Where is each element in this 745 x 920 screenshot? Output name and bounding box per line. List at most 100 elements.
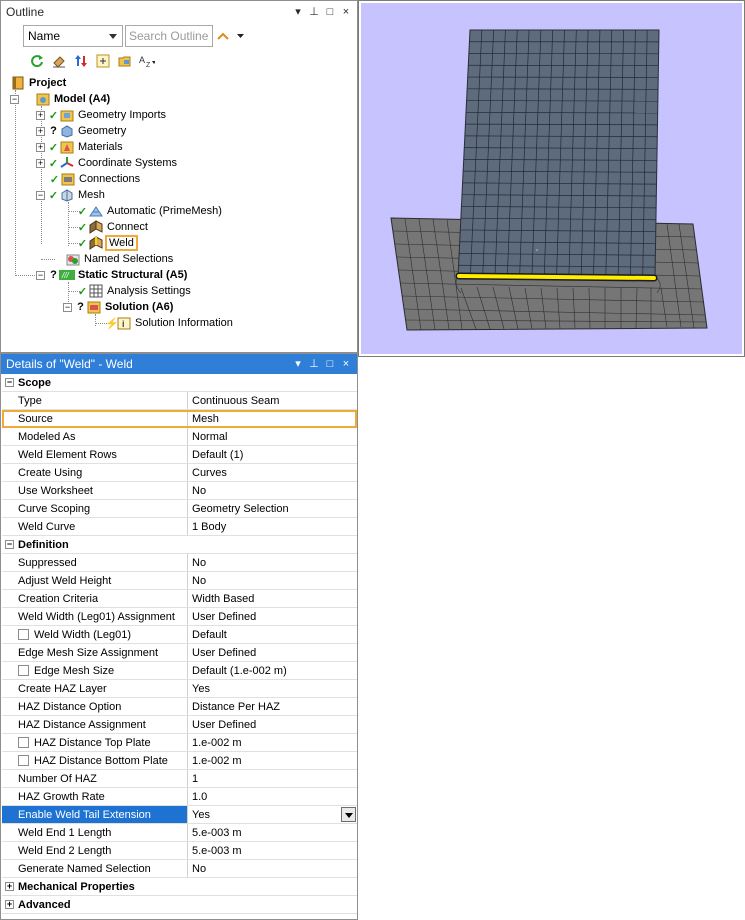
property-row-weld-element-rows[interactable]: Weld Element Rows Default (1)	[2, 446, 357, 464]
tree-item-weld[interactable]: ✓ Weld	[77, 235, 138, 251]
tree-item-static-structural[interactable]: − ? /// Static Structural (A5)	[36, 267, 187, 283]
property-value[interactable]: User Defined	[188, 644, 357, 661]
pin-icon[interactable]: ⊥	[309, 358, 319, 370]
tree-item-connections[interactable]: ✓ Connections	[49, 171, 140, 187]
maximize-icon[interactable]: □	[325, 358, 335, 370]
property-value[interactable]: No	[188, 860, 357, 877]
collapse-toggle-icon[interactable]: −	[36, 270, 45, 280]
pin-icon[interactable]: ⊥	[309, 6, 319, 18]
parameter-checkbox[interactable]	[18, 629, 29, 640]
tree-item-geometry-imports[interactable]: + ✓ Geometry Imports	[36, 107, 166, 123]
mesh-model[interactable]	[361, 3, 742, 354]
tree-item-automatic[interactable]: ✓ Automatic (PrimeMesh)	[77, 203, 222, 219]
property-row-create-using[interactable]: Create Using Curves	[2, 464, 357, 482]
tree-item-geometry[interactable]: + ? Geometry	[36, 123, 126, 139]
collapse-up-icon[interactable]	[215, 28, 231, 44]
category-mechanical-properties[interactable]: + Mechanical Properties	[2, 878, 357, 896]
property-row-generate-named-selection[interactable]: Generate Named Selection No	[2, 860, 357, 878]
property-row-haz-growth-rate[interactable]: HAZ Growth Rate 1.0	[2, 788, 357, 806]
options-dropdown-icon[interactable]	[233, 28, 249, 44]
tree-item-connect[interactable]: ✓ Connect	[77, 219, 148, 235]
tree-item-mesh[interactable]: − ✓ Mesh	[36, 187, 105, 203]
close-icon[interactable]: ×	[341, 358, 351, 370]
property-row-weld-end-2-length[interactable]: Weld End 2 Length 5.e-003 m	[2, 842, 357, 860]
close-icon[interactable]: ×	[341, 6, 351, 18]
property-row-haz-distance-option[interactable]: HAZ Distance Option Distance Per HAZ	[2, 698, 357, 716]
expand-toggle-icon[interactable]: +	[5, 900, 14, 909]
property-value[interactable]: Yes	[188, 680, 357, 697]
refresh-icon[interactable]	[29, 53, 45, 69]
property-row-edge-mesh-size-assignment[interactable]: Edge Mesh Size Assignment User Defined	[2, 644, 357, 662]
property-row-curve-scoping[interactable]: Curve Scoping Geometry Selection	[2, 500, 357, 518]
dropdown-arrow-icon[interactable]	[341, 807, 356, 822]
property-row-weld-width-leg01[interactable]: Weld Width (Leg01) Default	[2, 626, 357, 644]
maximize-icon[interactable]: □	[325, 6, 335, 18]
parameter-checkbox[interactable]	[18, 737, 29, 748]
tree-item-analysis-settings[interactable]: ✓ Analysis Settings	[77, 283, 191, 299]
property-row-adjust-weld-height[interactable]: Adjust Weld Height No	[2, 572, 357, 590]
property-row-edge-mesh-size[interactable]: Edge Mesh Size Default (1.e-002 m)	[2, 662, 357, 680]
property-row-weld-width-leg01-assignment[interactable]: Weld Width (Leg01) Assignment User Define…	[2, 608, 357, 626]
property-value[interactable]: 1	[188, 770, 357, 787]
property-row-suppressed[interactable]: Suppressed No	[2, 554, 357, 572]
tree-item-coordinate-systems[interactable]: + ✓ Coordinate Systems	[36, 155, 177, 171]
property-value[interactable]: 1 Body	[188, 518, 357, 535]
collapse-toggle-icon[interactable]: −	[63, 302, 72, 312]
property-value[interactable]: Default	[188, 626, 357, 643]
collapse-toggle-icon[interactable]: −	[36, 190, 45, 200]
property-value[interactable]: Normal	[188, 428, 357, 445]
property-value[interactable]: 1.e-002 m	[188, 734, 357, 751]
expand-toggle-icon[interactable]: +	[5, 882, 14, 891]
property-value[interactable]: No	[188, 554, 357, 571]
expand-toggle-icon[interactable]: +	[36, 126, 45, 136]
expand-toggle-icon[interactable]: +	[36, 110, 45, 120]
property-value[interactable]: Width Based	[188, 590, 357, 607]
property-row-weld-end-1-length[interactable]: Weld End 1 Length 5.e-003 m	[2, 824, 357, 842]
property-value[interactable]: Distance Per HAZ	[188, 698, 357, 715]
tree-item-project[interactable]: Project	[10, 75, 66, 91]
parameter-checkbox[interactable]	[18, 665, 29, 676]
category-definition[interactable]: − Definition	[2, 536, 357, 554]
property-value[interactable]: Default (1)	[188, 446, 357, 463]
property-value[interactable]: 5.e-003 m	[188, 824, 357, 841]
property-value[interactable]: Mesh	[188, 410, 357, 427]
collapse-toggle-icon[interactable]: −	[5, 540, 14, 549]
property-row-use-worksheet[interactable]: Use Worksheet No	[2, 482, 357, 500]
parameter-checkbox[interactable]	[18, 755, 29, 766]
tree-item-materials[interactable]: + ✓ Materials	[36, 139, 123, 155]
property-row-haz-distance-assignment[interactable]: HAZ Distance Assignment User Defined	[2, 716, 357, 734]
property-value[interactable]: 1.0	[188, 788, 357, 805]
property-row-weld-curve[interactable]: Weld Curve 1 Body	[2, 518, 357, 536]
search-input[interactable]: Search Outline	[125, 25, 213, 47]
property-value[interactable]: Continuous Seam	[188, 392, 357, 409]
property-row-number-of-haz[interactable]: Number Of HAZ 1	[2, 770, 357, 788]
tree-item-model[interactable]: − Model (A4)	[10, 91, 110, 107]
property-row-haz-distance-bottom-plate[interactable]: HAZ Distance Bottom Plate 1.e-002 m	[2, 752, 357, 770]
property-value[interactable]: No	[188, 572, 357, 589]
panel-menu-icon[interactable]: ▾	[293, 358, 303, 370]
property-value[interactable]: Curves	[188, 464, 357, 481]
filter-dropdown[interactable]: Name	[23, 25, 123, 47]
property-row-modeled-as[interactable]: Modeled As Normal	[2, 428, 357, 446]
collapse-toggle-icon[interactable]: −	[5, 378, 14, 387]
tree-item-solution[interactable]: − ? Solution (A6)	[63, 299, 173, 315]
sort-updown-icon[interactable]	[73, 53, 89, 69]
property-value[interactable]: Geometry Selection	[188, 500, 357, 517]
property-row-source[interactable]: Source Mesh	[2, 410, 357, 428]
category-scope[interactable]: − Scope	[2, 374, 357, 392]
panel-menu-icon[interactable]: ▾	[293, 6, 303, 18]
property-row-type[interactable]: Type Continuous Seam	[2, 392, 357, 410]
property-value[interactable]: No	[188, 482, 357, 499]
tree-item-solution-information[interactable]: ⚡ i Solution Information	[105, 315, 233, 331]
category-advanced[interactable]: + Advanced	[2, 896, 357, 914]
property-value[interactable]: 1.e-002 m	[188, 752, 357, 769]
property-row-creation-criteria[interactable]: Creation Criteria Width Based	[2, 590, 357, 608]
eraser-icon[interactable]	[51, 53, 67, 69]
property-value[interactable]: User Defined	[188, 608, 357, 625]
sort-az-icon[interactable]: AZ	[139, 53, 155, 69]
property-value[interactable]: Default (1.e-002 m)	[188, 662, 357, 679]
property-row-haz-distance-top-plate[interactable]: HAZ Distance Top Plate 1.e-002 m	[2, 734, 357, 752]
collapse-toggle-icon[interactable]: −	[10, 94, 19, 104]
expand-toggle-icon[interactable]: +	[36, 142, 45, 152]
expand-toggle-icon[interactable]: +	[36, 158, 45, 168]
